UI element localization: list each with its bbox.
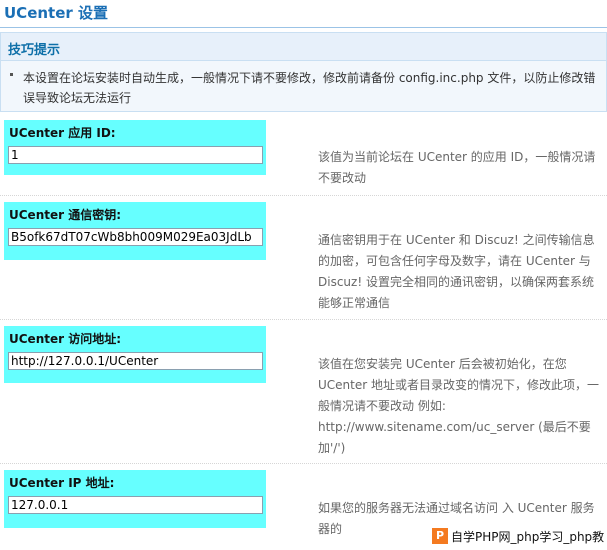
comm-key-description: 通信密钥用于在 UCenter 和 Discuz! 之间传输信息的加密，可包含任… <box>318 233 595 310</box>
ip-address-label: UCenter IP 地址: <box>9 476 115 490</box>
app-id-input[interactable] <box>8 146 263 164</box>
bullet-icon <box>10 73 13 76</box>
access-url-input[interactable] <box>8 352 263 370</box>
comm-key-field-box: UCenter 通信密钥: <box>4 202 266 260</box>
ip-address-input[interactable] <box>8 496 263 514</box>
row-divider <box>0 319 607 320</box>
comm-key-input[interactable] <box>8 228 263 246</box>
watermark-logo-icon: P <box>432 528 448 544</box>
tips-header: 技巧提示 <box>1 33 606 61</box>
watermark: P 自学PHP网_php学习_php教 <box>432 525 607 547</box>
title-divider <box>0 27 607 28</box>
page-title: UCenter 设置 <box>4 4 109 22</box>
app-id-label: UCenter 应用 ID: <box>9 126 116 140</box>
tips-title: 技巧提示 <box>8 43 61 58</box>
tips-panel: 技巧提示 本设置在论坛安装时自动生成，一般情况下请不要修改，修改前请备份 con… <box>0 32 607 112</box>
comm-key-label: UCenter 通信密钥: <box>9 208 122 222</box>
access-url-description: 该值在您安装完 UCenter 后会被初始化，在您 UCenter 地址或者目录… <box>318 357 599 455</box>
row-divider <box>0 463 607 464</box>
row-divider <box>0 195 607 196</box>
access-url-field-box: UCenter 访问地址: <box>4 326 266 383</box>
setting-access-url: UCenter 访问地址: 该值在您安装完 UCenter 后会被初始化，在您 … <box>0 326 607 464</box>
ip-address-field-box: UCenter IP 地址: <box>4 470 266 528</box>
watermark-text: 自学PHP网_php学习_php教 <box>451 529 605 544</box>
access-url-label: UCenter 访问地址: <box>9 332 122 346</box>
app-id-description: 该值为当前论坛在 UCenter 的应用 ID，一般情况请不要改动 <box>318 150 596 185</box>
setting-app-id: UCenter 应用 ID: 该值为当前论坛在 UCenter 的应用 ID，一… <box>0 120 607 196</box>
setting-comm-key: UCenter 通信密钥: 通信密钥用于在 UCenter 和 Discuz! … <box>0 202 607 320</box>
tips-text: 本设置在论坛安装时自动生成，一般情况下请不要修改，修改前请备份 config.i… <box>23 71 596 105</box>
app-id-field-box: UCenter 应用 ID: <box>4 120 266 175</box>
